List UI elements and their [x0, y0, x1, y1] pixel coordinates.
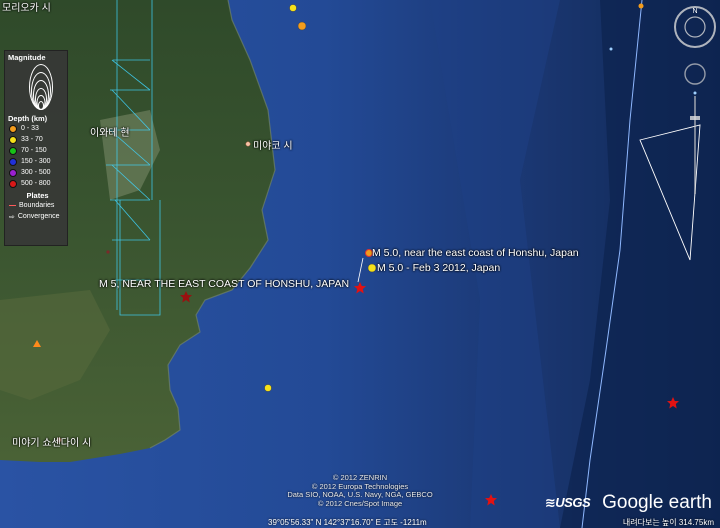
boundary-line-icon: [9, 205, 16, 206]
quake-marker-7[interactable]: [609, 47, 613, 51]
status-bar: 39°05'56.33" N 142°37'16.70" E 고도 -1211m…: [0, 516, 720, 528]
depth-swatch: [9, 168, 17, 177]
boundaries-label: Boundaries: [19, 202, 55, 209]
cursor-coordinates: 39°05'56.33" N 142°37'16.70" E 고도 -1211m: [268, 518, 427, 527]
quake-marker-6[interactable]: [638, 3, 644, 9]
map-canvas[interactable]: [0, 0, 720, 528]
depth-label: 33 - 70: [21, 136, 43, 143]
place-label-top: 모리오카 시: [2, 3, 51, 14]
depth-swatch: [9, 157, 17, 166]
legend-panel: Magnitude Depth (km) 0 - 33 33 - 70 70 -…: [4, 50, 68, 246]
depth-label: 150 - 300: [21, 158, 51, 165]
legend-convergence-row: ⇨ Convergence: [5, 211, 67, 222]
legend-depth-row: 0 - 33: [5, 123, 67, 134]
compass-north-letter: N: [692, 8, 697, 15]
quake-marker-1[interactable]: [289, 4, 297, 12]
place-label-iwate: 이와테 현: [90, 128, 130, 139]
look-joystick[interactable]: [684, 63, 706, 85]
legend-boundaries-row: Boundaries: [5, 200, 67, 211]
legend-depth-row: 300 - 500: [5, 167, 67, 178]
event-label-3[interactable]: M 5, NEAR THE EAST COAST OF HONSHU, JAPA…: [99, 278, 349, 290]
navigation-controls[interactable]: N: [672, 4, 718, 204]
depth-label: 0 - 33: [21, 125, 39, 132]
compass-inner: [684, 16, 706, 38]
depth-label: 70 - 150: [21, 147, 47, 154]
event-label-1[interactable]: M 5.0, near the east coast of Honshu, Ja…: [372, 247, 579, 259]
quake-marker-4[interactable]: [367, 263, 377, 273]
place-label-sendai: 미야기 쇼센다이 시: [12, 438, 92, 449]
quake-marker-3[interactable]: [264, 384, 272, 392]
event-label-2[interactable]: M 5.0 - Feb 3 2012, Japan: [377, 262, 500, 274]
google-earth-logo: Google earth: [602, 492, 712, 513]
legend-depth-row: 150 - 300: [5, 156, 67, 167]
eye-altitude: 내려다보는 높이 314.75km: [622, 518, 714, 527]
legend-depth-row: 500 - 800: [5, 178, 67, 189]
zoom-slider-thumb[interactable]: [690, 116, 700, 120]
depth-swatch: [9, 135, 17, 144]
place-label-miyako: 미야코 시: [253, 141, 293, 152]
depth-swatch: [9, 146, 17, 155]
legend-depth-row: 70 - 150: [5, 145, 67, 156]
depth-label: 300 - 500: [21, 169, 51, 176]
legend-magnitude-title: Magnitude: [8, 53, 46, 62]
usgs-logo: ≋USGS: [544, 495, 591, 510]
logos: ≋USGS Google earth: [545, 492, 712, 514]
depth-label: 500 - 800: [21, 180, 51, 187]
legend-depth-title: Depth (km): [8, 114, 48, 123]
legend-depth-row: 33 - 70: [5, 134, 67, 145]
magnitude-scale: [15, 62, 67, 112]
convergence-label: Convergence: [17, 213, 60, 220]
quake-marker-2[interactable]: [297, 21, 307, 31]
place-dot-iwate: [106, 250, 110, 254]
depth-swatch: [9, 179, 17, 188]
depth-swatch: [9, 124, 17, 133]
place-dot-miyako: [245, 141, 251, 147]
convergence-arrow-icon: ⇨: [9, 213, 15, 221]
legend-plates-title: Plates: [26, 191, 49, 200]
